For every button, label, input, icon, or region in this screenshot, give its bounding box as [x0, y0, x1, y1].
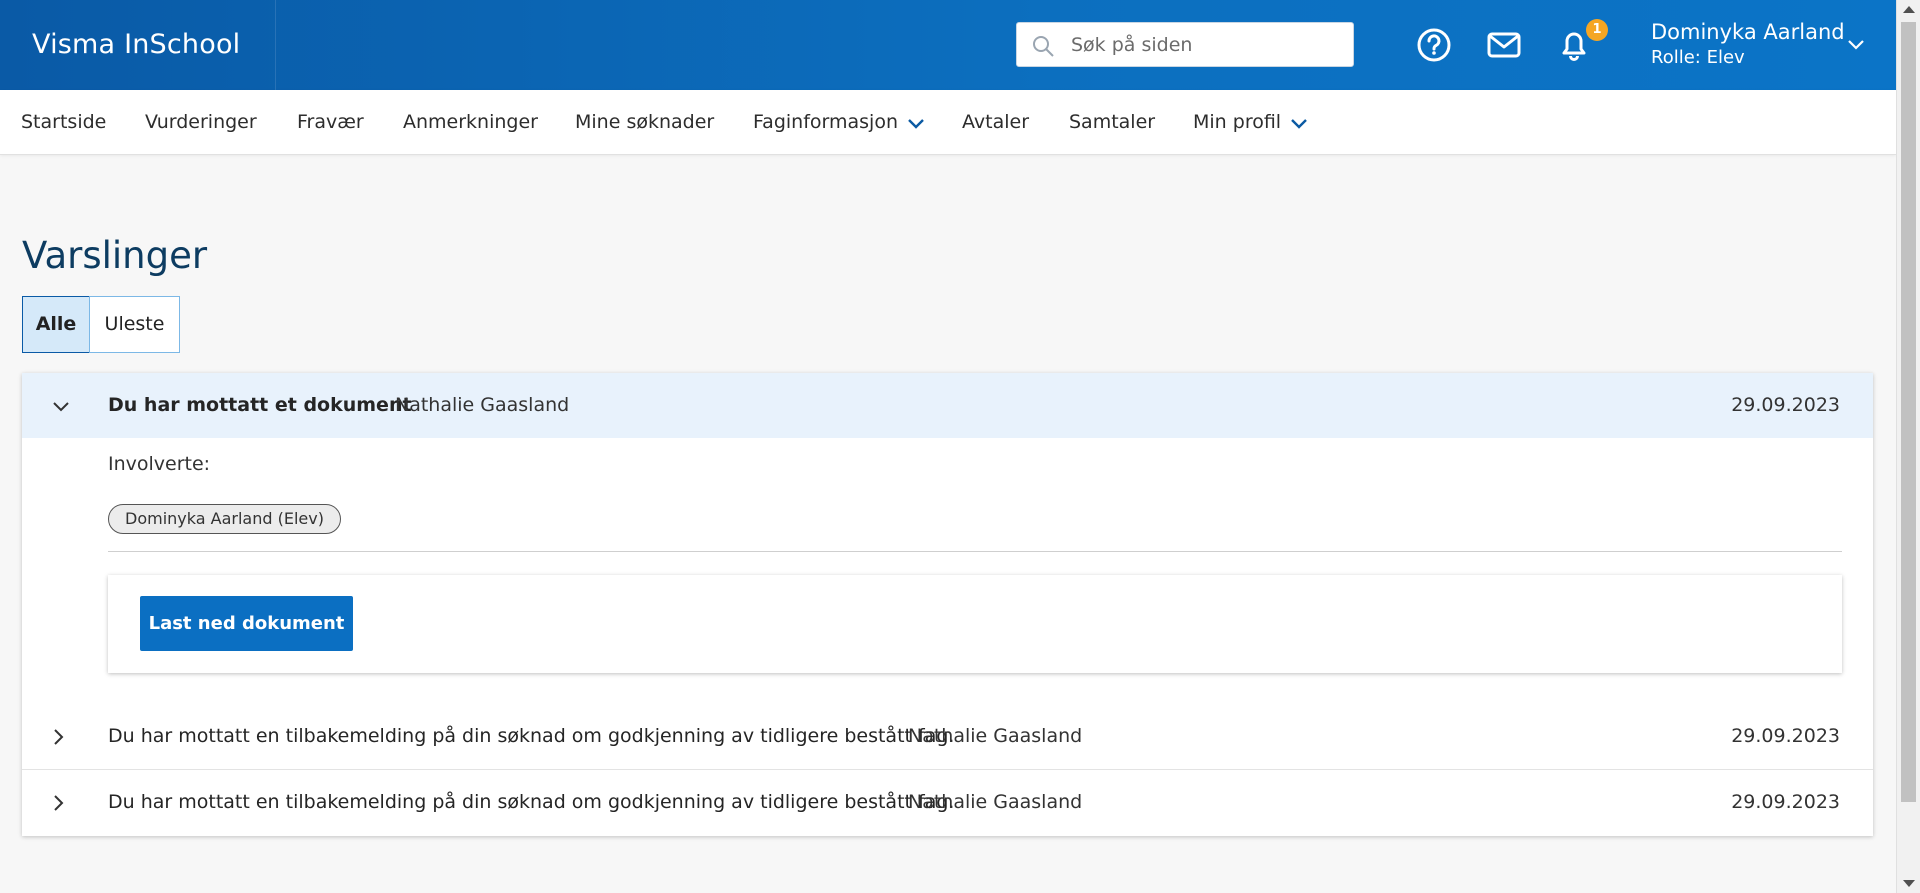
page-title: Varslinger: [22, 234, 208, 277]
nav-label-min-profil: Min profil: [1193, 111, 1282, 133]
notification-row[interactable]: Du har mottatt en tilbakemelding på din …: [22, 770, 1873, 835]
notification-date: 29.09.2023: [1731, 791, 1840, 813]
nav-label-faginformasjon: Faginformasjon: [753, 111, 898, 133]
chevron-down-icon: [908, 118, 924, 129]
notification-title: Du har mottatt en tilbakemelding på din …: [108, 791, 955, 813]
filter-all-button[interactable]: Alle: [22, 296, 90, 353]
notification-date: 29.09.2023: [1731, 394, 1840, 416]
nav-item-samtaler[interactable]: Samtaler: [1069, 90, 1155, 155]
notification-sender: Nathalie Gaasland: [395, 394, 570, 416]
notification-row-expanded[interactable]: Du har mottatt et dokument Nathalie Gaas…: [22, 373, 1873, 438]
search-input[interactable]: [1071, 23, 1341, 66]
notifications-list: Du har mottatt et dokument Nathalie Gaas…: [22, 373, 1873, 836]
notification-title: Du har mottatt et dokument: [108, 394, 412, 416]
nav-item-vurderinger[interactable]: Vurderinger: [145, 90, 257, 155]
notification-sender: Nathalie Gaasland: [908, 791, 1083, 813]
user-role: Rolle: Elev: [1651, 47, 1745, 68]
top-header: Visma InSchool 1 Dominyka Aarland Rolle:…: [0, 0, 1896, 90]
nav-item-faginformasjon[interactable]: Faginformasjon: [753, 90, 926, 155]
notification-date: 29.09.2023: [1731, 725, 1840, 747]
divider: [108, 551, 1842, 552]
chevron-down-icon[interactable]: [1846, 35, 1866, 55]
user-menu[interactable]: Dominyka Aarland Rolle: Elev: [1651, 18, 1845, 70]
scroll-thumb[interactable]: [1901, 22, 1916, 802]
nav-item-mine-soknader[interactable]: Mine søknader: [575, 90, 714, 155]
involved-label: Involverte:: [108, 453, 211, 475]
notification-row[interactable]: Du har mottatt en tilbakemelding på din …: [22, 704, 1873, 769]
chevron-down-icon: [1291, 118, 1307, 129]
chevron-right-icon[interactable]: [47, 792, 69, 814]
chevron-right-icon[interactable]: [47, 726, 69, 748]
download-document-button[interactable]: Last ned dokument: [140, 596, 353, 651]
user-name: Dominyka Aarland: [1651, 20, 1845, 44]
nav-item-anmerkninger[interactable]: Anmerkninger: [403, 90, 538, 155]
main-nav: Startside Vurderinger Fravær Anmerkninge…: [0, 90, 1896, 155]
vertical-scrollbar[interactable]: [1896, 0, 1920, 893]
search-icon: [1033, 36, 1054, 57]
document-panel: Last ned dokument: [108, 575, 1842, 673]
nav-item-min-profil[interactable]: Min profil: [1193, 90, 1309, 155]
notification-sender: Nathalie Gaasland: [908, 725, 1083, 747]
notification-badge: 1: [1586, 19, 1608, 41]
chevron-down-icon[interactable]: [50, 395, 72, 417]
nav-item-fravaer[interactable]: Fravær: [297, 90, 364, 155]
mail-icon[interactable]: [1485, 26, 1523, 64]
filter-unread-button[interactable]: Uleste: [89, 296, 180, 353]
involved-person-chip: Dominyka Aarland (Elev): [108, 504, 341, 534]
nav-item-avtaler[interactable]: Avtaler: [962, 90, 1029, 155]
search-box[interactable]: [1016, 22, 1354, 67]
scroll-down-arrow[interactable]: [1903, 880, 1915, 887]
notification-title: Du har mottatt en tilbakemelding på din …: [108, 725, 955, 747]
scroll-up-arrow[interactable]: [1903, 6, 1915, 13]
brand-logo[interactable]: Visma InSchool: [0, 0, 276, 90]
nav-item-startside[interactable]: Startside: [21, 90, 106, 155]
help-icon[interactable]: [1415, 26, 1453, 64]
